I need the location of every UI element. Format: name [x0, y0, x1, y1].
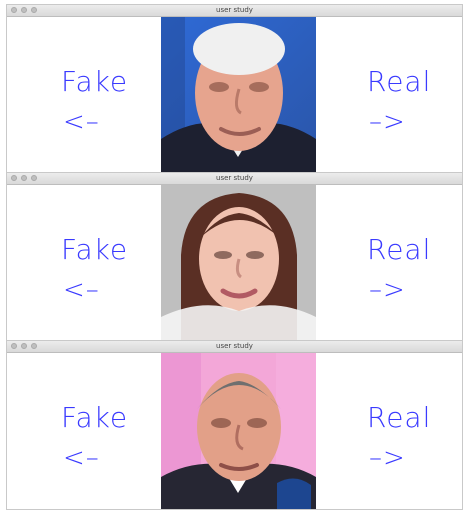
- real-label: Real: [367, 65, 432, 98]
- user-study-window-2: user study Fake <– Real –>: [6, 172, 463, 342]
- window-content: Fake <– Real –>: [7, 353, 462, 509]
- face-photo-older-man-blue-background: [161, 17, 316, 173]
- window-content: Fake <– Real –>: [7, 185, 462, 341]
- window-title: user study: [216, 174, 253, 182]
- window-titlebar[interactable]: user study: [7, 173, 462, 185]
- fake-arrow-left-hint: <–: [63, 443, 100, 473]
- fake-label: Fake: [61, 401, 129, 434]
- face-image: [161, 185, 316, 341]
- window-titlebar[interactable]: user study: [7, 341, 462, 353]
- face-image: [161, 353, 316, 509]
- real-label: Real: [367, 233, 432, 266]
- fake-label: Fake: [61, 65, 129, 98]
- fake-arrow-left-hint: <–: [63, 107, 100, 137]
- fake-label: Fake: [61, 233, 129, 266]
- window-content: Fake <– Real –>: [7, 17, 462, 173]
- real-arrow-right-hint: –>: [369, 107, 406, 137]
- face-photo-woman-long-brown-hair: [161, 185, 316, 341]
- face-image: [161, 17, 316, 173]
- window-title: user study: [216, 342, 253, 350]
- real-arrow-right-hint: –>: [369, 443, 406, 473]
- user-study-window-1: user study Fake <– Real –>: [6, 4, 463, 174]
- real-label: Real: [367, 401, 432, 434]
- real-arrow-right-hint: –>: [369, 275, 406, 305]
- face-photo-man-pink-background: [161, 353, 316, 509]
- user-study-window-3: user study Fake <– Real –>: [6, 340, 463, 510]
- window-title: user study: [216, 6, 253, 14]
- window-titlebar[interactable]: user study: [7, 5, 462, 17]
- fake-arrow-left-hint: <–: [63, 275, 100, 305]
